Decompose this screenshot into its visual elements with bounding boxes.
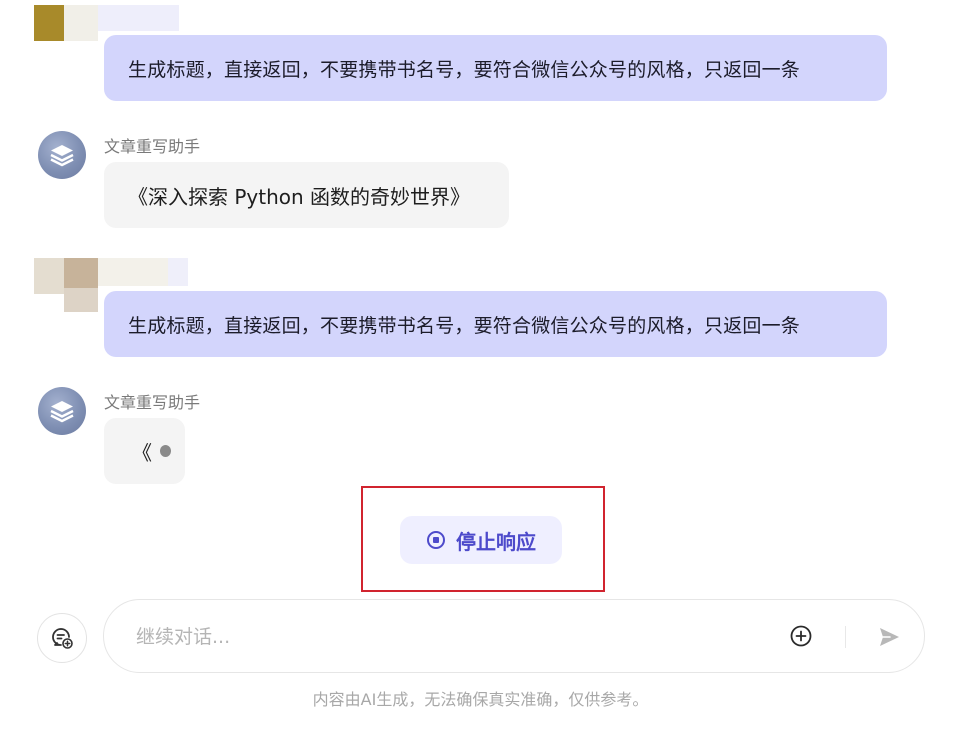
layers-icon bbox=[50, 145, 74, 167]
assistant-name: 文章重写助手 bbox=[104, 137, 201, 156]
assistant-message-streaming: 《 bbox=[104, 418, 185, 484]
assistant-message: 《深入探索 Python 函数的奇妙世界》 bbox=[104, 162, 509, 228]
assistant-message-text: 《 bbox=[132, 440, 152, 465]
ai-disclaimer: 内容由AI生成，无法确保真实准确，仅供参考。 bbox=[312, 690, 649, 709]
typing-indicator bbox=[160, 445, 171, 457]
assistant-name: 文章重写助手 bbox=[104, 393, 201, 412]
send-button[interactable] bbox=[876, 624, 902, 650]
assistant-avatar bbox=[38, 131, 86, 179]
composer bbox=[103, 599, 925, 673]
layers-icon bbox=[50, 401, 74, 423]
assistant-message-text: 《深入探索 Python 函数的奇妙世界》 bbox=[128, 184, 471, 209]
send-arrow-icon bbox=[880, 628, 899, 646]
chat-history-button[interactable] bbox=[37, 613, 87, 663]
composer-divider bbox=[845, 626, 846, 648]
user-message: 生成标题，直接返回，不要携带书名号，要符合微信公众号的风格，只返回一条 bbox=[104, 291, 887, 357]
message-input[interactable] bbox=[136, 620, 736, 654]
stop-response-button[interactable]: 停止响应 bbox=[400, 516, 562, 564]
stop-response-label: 停止响应 bbox=[456, 529, 536, 554]
user-message: 生成标题，直接返回，不要携带书名号，要符合微信公众号的风格，只返回一条 bbox=[104, 35, 887, 101]
plus-circle-icon bbox=[790, 625, 812, 647]
user-message-text: 生成标题，直接返回，不要携带书名号，要符合微信公众号的风格，只返回一条 bbox=[128, 58, 801, 81]
chat-history-icon bbox=[52, 628, 73, 649]
assistant-avatar bbox=[38, 387, 86, 435]
stop-circle-icon bbox=[426, 530, 446, 550]
user-message-text: 生成标题，直接返回，不要携带书名号，要符合微信公众号的风格，只返回一条 bbox=[128, 314, 801, 337]
attach-button[interactable] bbox=[789, 624, 813, 648]
